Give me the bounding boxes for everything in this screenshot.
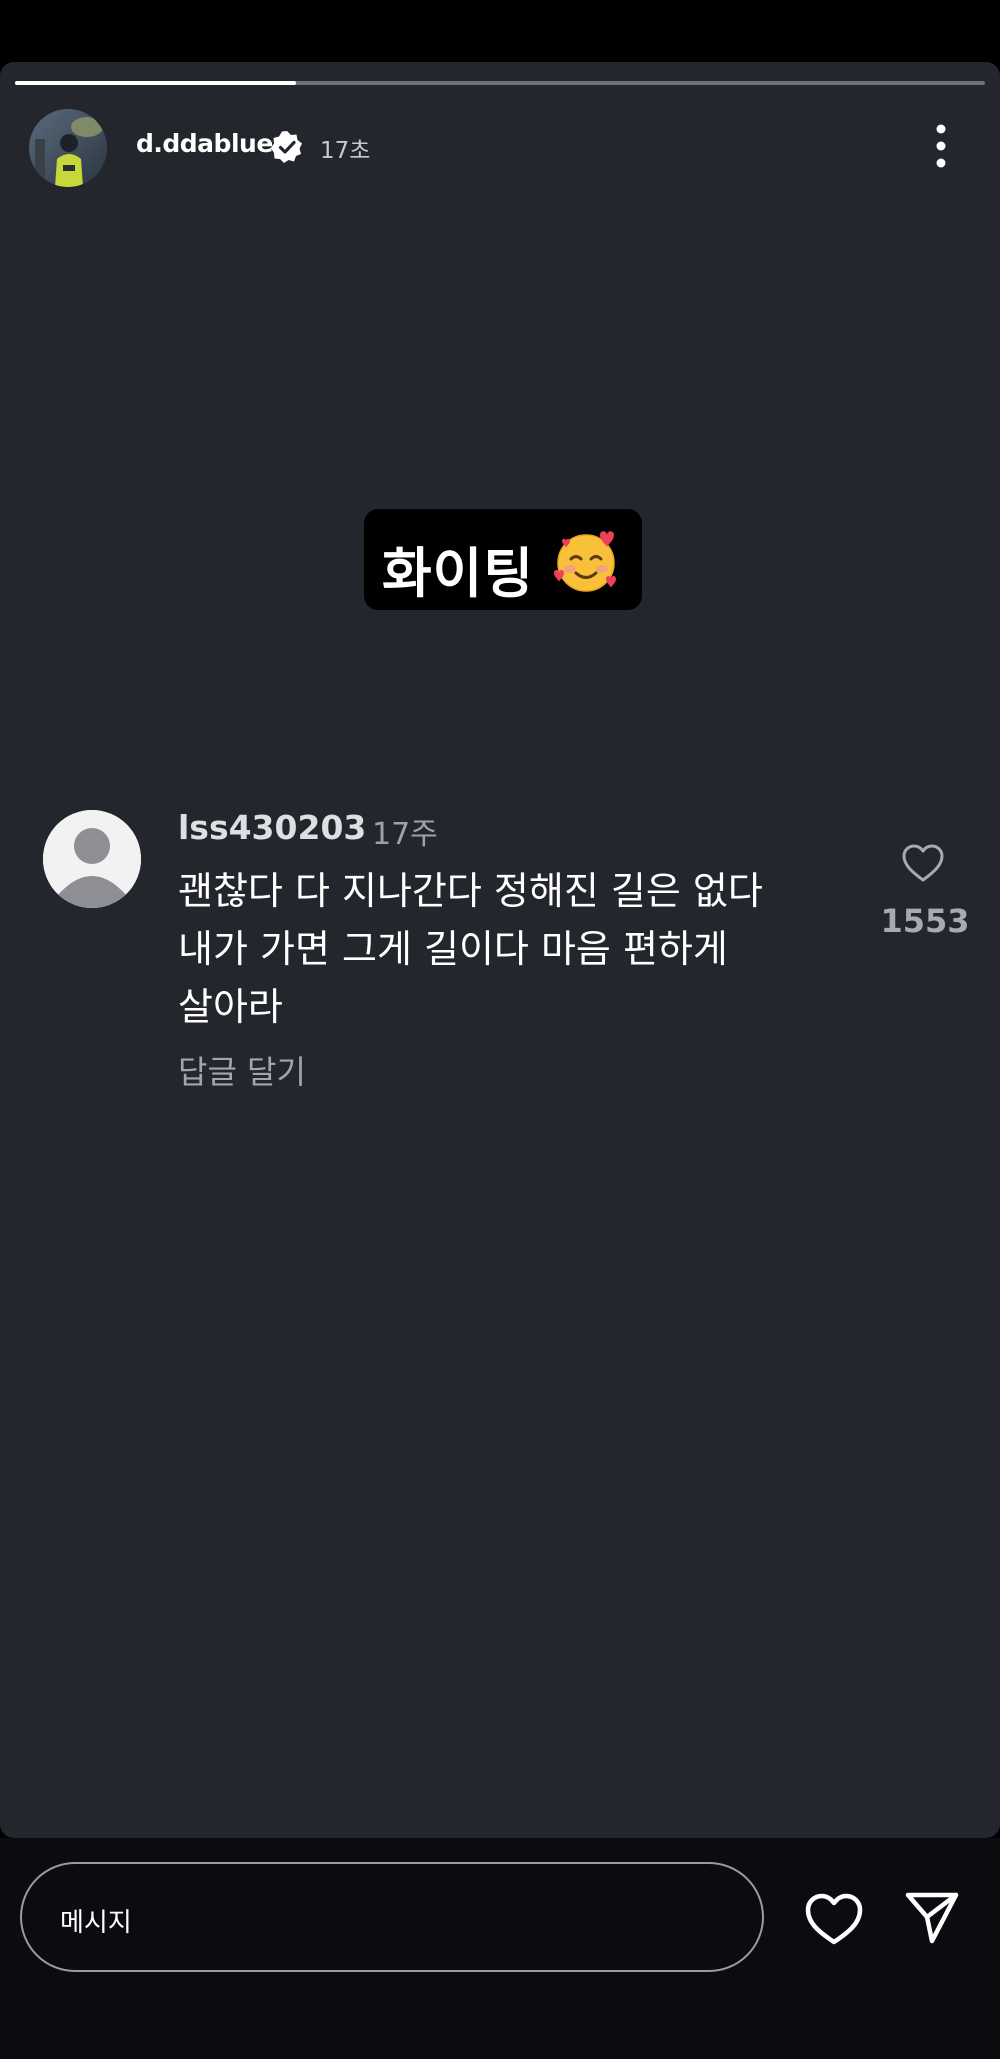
- message-input[interactable]: 메시지: [20, 1862, 764, 1972]
- comment-like-count: 1553: [880, 902, 970, 940]
- story-reply-bar: 메시지: [0, 1838, 1000, 2059]
- story-header: d.ddablue 17초: [0, 107, 1000, 191]
- comment-text: 괜찮다 다 지나간다 정해진 길은 없다 내가 가면 그게 길이다 마음 편하게…: [178, 869, 763, 1029]
- text-sticker: 화이팅: [364, 509, 642, 610]
- story-progress-fill: [15, 81, 297, 85]
- story-progress-bar: [15, 81, 985, 85]
- sticker-text: 화이팅: [382, 542, 535, 605]
- message-placeholder: 메시지: [60, 1908, 132, 1938]
- story-username[interactable]: d.ddablue: [136, 129, 273, 158]
- comment-avatar[interactable]: [43, 810, 141, 908]
- comment-username[interactable]: lss430203: [178, 808, 366, 847]
- more-vertical-icon[interactable]: [926, 123, 956, 169]
- story-time: 17초: [320, 138, 371, 164]
- reply-button[interactable]: 답글 달기: [178, 1047, 306, 1093]
- story-viewer[interactable]: d.ddablue 17초 화이팅 lss430203 17주 괜찮다 다 지나…: [0, 62, 1000, 1838]
- comment-time: 17주: [372, 817, 438, 852]
- send-icon[interactable]: [904, 1889, 960, 1945]
- heart-icon[interactable]: [803, 1891, 865, 1947]
- profile-avatar[interactable]: [29, 109, 107, 187]
- default-profile-icon: [43, 810, 141, 908]
- smiling-face-with-hearts-emoji: [554, 531, 616, 592]
- heart-outline-icon[interactable]: [900, 842, 946, 884]
- verified-badge-icon: [271, 131, 302, 163]
